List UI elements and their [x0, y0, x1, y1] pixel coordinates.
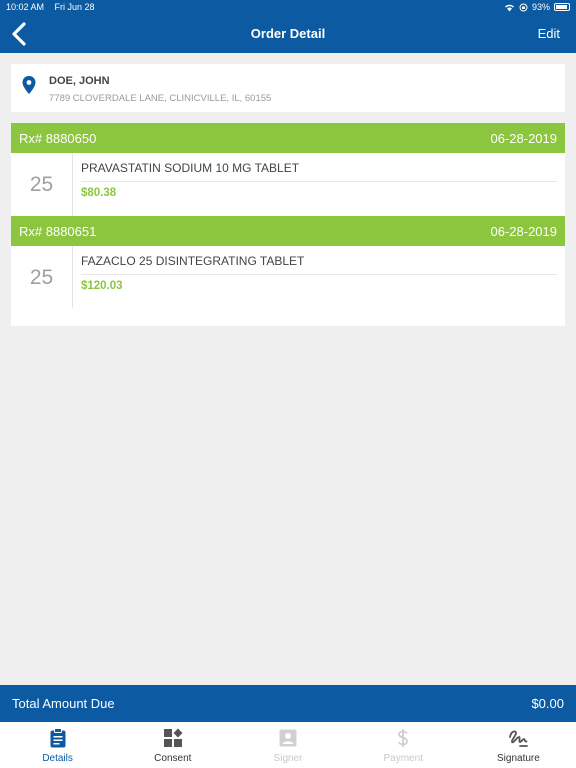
status-date: Fri Jun 28: [54, 2, 95, 12]
patient-address: 7789 CLOVERDALE LANE, CLINICVILLE, IL, 6…: [49, 93, 272, 104]
patient-card: DOE, JOHN 7789 CLOVERDALE LANE, CLINICVI…: [11, 64, 565, 112]
total-amount: $0.00: [531, 696, 564, 711]
rx-header: Rx# 8880651 06-28-2019: [11, 216, 565, 246]
rx-number: Rx# 8880651: [19, 223, 97, 239]
drug-price: $120.03: [81, 280, 123, 292]
total-bar: Total Amount Due $0.00: [0, 685, 576, 722]
divider: [81, 274, 557, 275]
tab-label: Details: [42, 753, 73, 764]
battery-icon: [554, 3, 570, 11]
edit-button[interactable]: Edit: [538, 26, 560, 41]
lock-rotation-icon: [519, 3, 528, 11]
tab-label: Payment: [383, 753, 423, 764]
tab-payment[interactable]: Payment: [346, 722, 461, 768]
tab-signature[interactable]: Signature: [461, 722, 576, 768]
wifi-icon: [504, 4, 514, 11]
drug-name: FAZACLO 25 DISINTEGRATING TABLET: [81, 254, 305, 268]
battery-percent: 93%: [531, 2, 550, 12]
list-footer-space: [11, 308, 565, 326]
divider: [81, 181, 557, 182]
drug-name: PRAVASTATIN SODIUM 10 MG TABLET: [81, 161, 300, 175]
page-title: Order Detail: [250, 26, 326, 41]
rx-date: 06-28-2019: [490, 223, 558, 239]
tab-consent[interactable]: Consent: [115, 722, 230, 768]
dollar-icon: [398, 729, 409, 747]
rx-number: Rx# 8880650: [19, 130, 97, 146]
location-pin-icon: [22, 76, 36, 94]
navigation-bar: Order Detail Edit: [0, 14, 576, 53]
quantity: 25: [11, 153, 73, 216]
patient-name: DOE, JOHN: [49, 75, 110, 87]
signature-icon: [509, 730, 529, 747]
total-label: Total Amount Due: [12, 696, 115, 711]
tab-details[interactable]: Details: [0, 722, 115, 768]
quantity: 25: [11, 246, 73, 309]
tab-signer[interactable]: Signer: [230, 722, 345, 768]
tab-label: Consent: [154, 753, 192, 764]
drug-price: $80.38: [81, 187, 117, 199]
tab-bar: Details Consent Signer Payment Signature: [0, 722, 576, 768]
rx-date: 06-28-2019: [490, 130, 558, 146]
clipboard-icon: [50, 728, 66, 748]
status-bar: 10:02 AM Fri Jun 28 93%: [0, 0, 576, 14]
order-item[interactable]: 25 FAZACLO 25 DISINTEGRATING TABLET $120…: [11, 246, 565, 309]
tab-label: Signer: [273, 753, 303, 764]
grid-icon: [163, 728, 183, 747]
status-time: 10:02 AM: [6, 2, 45, 12]
rx-header: Rx# 8880650 06-28-2019: [11, 123, 565, 153]
tab-label: Signature: [497, 753, 540, 764]
order-item[interactable]: 25 PRAVASTATIN SODIUM 10 MG TABLET $80.3…: [11, 153, 565, 216]
person-badge-icon: [279, 729, 297, 747]
